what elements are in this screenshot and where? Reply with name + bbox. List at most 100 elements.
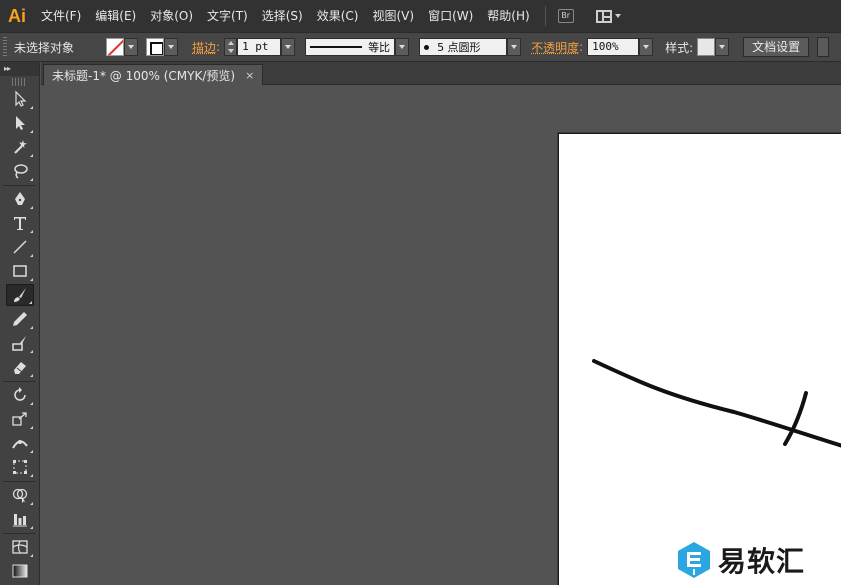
selection-tool[interactable] [6, 88, 34, 110]
shape-builder-icon [11, 486, 29, 504]
control-bar: 未选择对象 描边 : 1 pt 等比 5 点圆形 不透明度 : 100% 样式:… [0, 32, 841, 62]
gradient-icon [11, 562, 29, 580]
stroke-panel-link[interactable]: 描边 [192, 39, 216, 56]
separator [3, 185, 36, 186]
fill-swatch[interactable] [106, 38, 124, 56]
type-t-icon [11, 214, 29, 232]
document-tab-title: 未标题-1* @ 100% (CMYK/预览) [52, 67, 235, 84]
rotate-icon [11, 386, 29, 404]
brush-dropdown[interactable] [507, 38, 521, 56]
colon: : [216, 40, 220, 54]
free-transform-tool[interactable] [6, 456, 34, 478]
document-tab[interactable]: 未标题-1* @ 100% (CMYK/预览) × [43, 64, 263, 85]
app-logo: Ai [0, 0, 34, 32]
eraser-icon [11, 358, 29, 376]
menu-effect[interactable]: 效果(C) [310, 0, 366, 32]
pen-icon [11, 190, 29, 208]
graphic-style-label: 样式: [665, 39, 693, 56]
white-arrow-icon [11, 114, 29, 132]
watermark: 易软汇 [676, 540, 805, 580]
artboard[interactable] [558, 133, 841, 585]
artwork [559, 134, 841, 585]
arrange-documents-button[interactable] [596, 10, 621, 23]
line-icon [11, 238, 29, 256]
graphic-style-swatch[interactable] [697, 38, 715, 56]
menu-edit[interactable]: 编辑(E) [88, 0, 143, 32]
stroke-weight-dropdown[interactable] [281, 38, 295, 56]
opacity-input[interactable]: 100% [587, 38, 639, 56]
panel-grip[interactable] [12, 78, 27, 86]
width-tool[interactable] [6, 432, 34, 454]
shape-builder-tool[interactable] [6, 484, 34, 506]
blob-brush-icon [11, 334, 29, 352]
mesh-icon [11, 538, 29, 556]
free-transform-icon [11, 458, 29, 476]
type-tool[interactable] [6, 212, 34, 234]
lasso-tool[interactable] [6, 160, 34, 182]
arrow-icon [11, 90, 29, 108]
selection-status: 未选择对象 [14, 39, 100, 56]
magic-wand-icon [11, 138, 29, 156]
brush-label: 5 点圆形 [437, 39, 481, 55]
eraser-tool[interactable] [6, 356, 34, 378]
menu-help[interactable]: 帮助(H) [480, 0, 536, 32]
stroke-dropdown[interactable] [164, 38, 178, 56]
magic-wand-tool[interactable] [6, 136, 34, 158]
blob-brush-tool[interactable] [6, 332, 34, 354]
menu-window[interactable]: 窗口(W) [421, 0, 480, 32]
paintbrush-tool[interactable] [6, 284, 34, 306]
pencil-icon [11, 310, 29, 328]
rectangle-icon [11, 262, 29, 280]
collapse-panel-icon[interactable]: ▸▸ [0, 62, 39, 76]
menu-bar: Ai 文件(F) 编辑(E) 对象(O) 文字(T) 选择(S) 效果(C) 视… [0, 0, 841, 32]
separator [3, 381, 36, 382]
menu-view[interactable]: 视图(V) [365, 0, 421, 32]
menu-file[interactable]: 文件(F) [34, 0, 88, 32]
bridge-button[interactable]: Br [558, 9, 574, 23]
document-setup-button[interactable]: 文档设置 [743, 37, 809, 57]
opacity-dropdown[interactable] [639, 38, 653, 56]
menu-separator [545, 6, 546, 26]
menu-select[interactable]: 选择(S) [255, 0, 310, 32]
scale-tool[interactable] [6, 408, 34, 430]
watermark-logo-icon [676, 541, 712, 579]
document-tab-strip: 未标题-1* @ 100% (CMYK/预览) × [41, 62, 841, 85]
pen-tool[interactable] [6, 188, 34, 210]
layout-grid-icon [596, 10, 612, 23]
brush-dot-icon [424, 45, 429, 50]
menu-object[interactable]: 对象(O) [143, 0, 200, 32]
separator [3, 533, 36, 534]
direct-selection-tool[interactable] [6, 112, 34, 134]
stroke-swatch[interactable] [146, 38, 164, 56]
graph-tool[interactable] [6, 508, 34, 530]
stroke-weight-stepper[interactable] [224, 38, 237, 56]
profile-dropdown[interactable] [395, 38, 409, 56]
graphic-style-dropdown[interactable] [715, 38, 729, 56]
width-icon [11, 434, 29, 452]
fill-dropdown[interactable] [124, 38, 138, 56]
profile-label: 等比 [368, 39, 390, 55]
line-segment-tool[interactable] [6, 236, 34, 258]
tools-panel: ▸▸ [0, 62, 40, 585]
panel-grip[interactable] [3, 37, 7, 57]
rectangle-tool[interactable] [6, 260, 34, 282]
brush-definition[interactable]: 5 点圆形 [419, 38, 507, 56]
profile-line-icon [310, 46, 362, 48]
separator [3, 481, 36, 482]
paintbrush-icon [11, 286, 29, 304]
menu-type[interactable]: 文字(T) [200, 0, 255, 32]
scale-icon [11, 410, 29, 428]
bar-graph-icon [11, 510, 29, 528]
stroke-weight-input[interactable]: 1 pt [237, 38, 281, 56]
canvas-area[interactable] [41, 86, 841, 585]
close-icon[interactable]: × [245, 69, 254, 82]
preferences-button[interactable] [817, 37, 829, 57]
mesh-tool[interactable] [6, 536, 34, 558]
watermark-text: 易软汇 [718, 540, 805, 580]
gradient-tool[interactable] [6, 560, 34, 582]
rotate-tool[interactable] [6, 384, 34, 406]
variable-width-profile[interactable]: 等比 [305, 38, 395, 56]
pencil-tool[interactable] [6, 308, 34, 330]
opacity-panel-link[interactable]: 不透明度 [531, 39, 579, 56]
lasso-icon [11, 162, 29, 180]
